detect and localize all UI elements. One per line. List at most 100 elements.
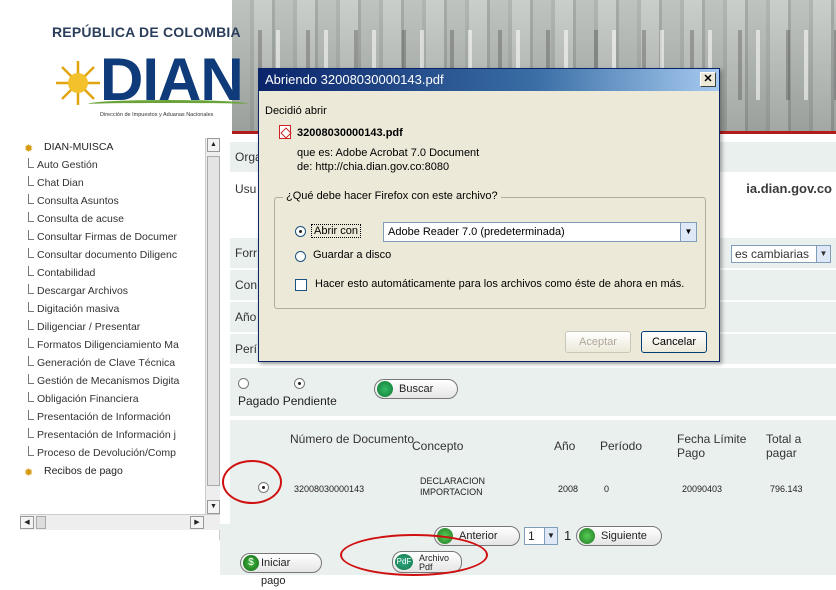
sidebar-item-digitacion-masiva[interactable]: Digitación masiva (20, 300, 205, 318)
sidebar-item-label: Presentación de Información j (37, 429, 176, 441)
sidebar-item-recibos-pago[interactable]: ✹ Recibos de pago (20, 462, 205, 480)
column-header: Año (554, 439, 576, 453)
next-button[interactable]: Siguiente (576, 526, 662, 546)
auto-checkbox[interactable] (295, 279, 307, 291)
page-select[interactable]: 1 ▼ (524, 527, 558, 545)
sidebar-item-label: Consultar Firmas de Documer (37, 231, 178, 243)
table-cell: 796.143 (770, 484, 803, 494)
dialog-titlebar[interactable]: Abriendo 32008030000143.pdf ✕ (259, 69, 719, 91)
sidebar-item-label: Diligenciar / Presentar (37, 321, 141, 333)
sidebar-tree: ✹ DIAN-MUISCA Auto Gestión Chat Dian Con… (20, 138, 205, 514)
scroll-left-icon[interactable]: ◀ (20, 516, 34, 529)
tree-branch-icon (28, 410, 34, 420)
dialog-title: Abriendo 32008030000143.pdf (265, 72, 444, 87)
arrow-left-icon (437, 528, 453, 544)
sidebar-item-formatos[interactable]: Formatos Diligenciamiento Ma (20, 336, 205, 354)
field-label: Año (235, 310, 257, 324)
application-combo[interactable]: Adobe Reader 7.0 (predeterminada) ▼ (383, 222, 697, 242)
scroll-up-icon[interactable]: ▲ (207, 138, 220, 152)
sidebar-item-consulta-asuntos[interactable]: Consulta Asuntos (20, 192, 205, 210)
sidebar-item-label: Generación de Clave Técnica (37, 357, 176, 369)
close-icon[interactable]: ✕ (700, 72, 716, 87)
radio-pagado[interactable] (238, 378, 249, 389)
form-type-select[interactable]: es cambiarias ▼ (731, 245, 831, 263)
search-button[interactable]: Buscar (374, 379, 458, 399)
previous-label: Anterior (459, 530, 498, 542)
scroll-down-icon[interactable]: ▼ (207, 500, 220, 514)
payment-status-filter: Pagado Pendiente Buscar (230, 368, 836, 416)
chevron-down-icon[interactable]: ▼ (544, 528, 557, 544)
search-icon (377, 381, 393, 397)
tree-branch-icon (28, 320, 34, 330)
sidebar-item-consulta-acuse[interactable]: Consulta de acuse (20, 210, 205, 228)
sidebar-vertical-scrollbar[interactable]: ▲ ▼ (205, 138, 220, 514)
sidebar-item-presentacion-informacion[interactable]: Presentación de Información (20, 408, 205, 426)
sidebar-item-presentacion-informacion-2[interactable]: Presentación de Información j (20, 426, 205, 444)
tree-branch-icon (28, 158, 34, 168)
row-select-radio[interactable] (258, 482, 269, 493)
tree-branch-icon (28, 194, 34, 204)
cancel-button[interactable]: Cancelar (641, 331, 707, 353)
search-button-label: Buscar (399, 383, 434, 395)
radio-pendiente[interactable] (294, 378, 305, 389)
download-dialog: Abriendo 32008030000143.pdf ✕ Decidió ab… (258, 68, 720, 362)
open-with-radio[interactable] (295, 226, 306, 237)
column-header: Total a pagar (766, 432, 802, 460)
sun-icon: ✹ (24, 467, 34, 479)
field-label: Forr (235, 246, 257, 260)
group-question: ¿Qué debe hacer Firefox con este archivo… (283, 190, 501, 202)
dian-logo-subtitle: Dirección de Impuestos y Aduanas Naciona… (100, 112, 214, 118)
sidebar-item-diligenciar[interactable]: Diligenciar / Presentar (20, 318, 205, 336)
start-payment-label: Iniciar pago (261, 557, 291, 587)
sidebar-root[interactable]: ✹ DIAN-MUISCA (20, 138, 205, 156)
decided-label: Decidió abrir (265, 105, 327, 117)
sidebar-item-proceso-devolucion[interactable]: Proceso de Devolución/Comp (20, 444, 205, 462)
save-to-disk-label[interactable]: Guardar a disco (313, 249, 391, 261)
auto-label[interactable]: Hacer esto automáticamente para los arch… (315, 278, 684, 290)
dian-sun-logo-icon (56, 61, 100, 105)
pdf-icon: PdF (395, 554, 413, 570)
sidebar-item-auto-gestion[interactable]: Auto Gestión (20, 156, 205, 174)
file-source: de: http://chia.dian.gov.co:8080 (297, 161, 450, 173)
scrollbar-thumb[interactable] (207, 156, 220, 486)
sidebar-item-consultar-documento[interactable]: Consultar documento Diligenc (20, 246, 205, 264)
sidebar-item-chat-dian[interactable]: Chat Dian (20, 174, 205, 192)
radio-labels: Pagado Pendiente (238, 394, 337, 408)
tree-branch-icon (28, 266, 34, 276)
chevron-down-icon[interactable]: ▼ (816, 246, 830, 262)
sidebar-item-label: Consulta de acuse (37, 213, 124, 225)
sidebar-item-label: Consulta Asuntos (37, 195, 119, 207)
sidebar-item-contabilidad[interactable]: Contabilidad (20, 264, 205, 282)
scroll-right-icon[interactable]: ▶ (190, 516, 204, 529)
open-with-label[interactable]: Abrir con (311, 224, 362, 238)
next-label: Siguiente (601, 530, 647, 542)
tree-branch-icon (28, 392, 34, 402)
select-value: es cambiarias (735, 247, 810, 261)
tree-branch-icon (28, 212, 34, 222)
sidebar-item-consultar-firmas[interactable]: Consultar Firmas de Documer (20, 228, 205, 246)
sidebar-item-label: Formatos Diligenciamiento Ma (37, 339, 179, 351)
previous-button[interactable]: Anterior (434, 526, 520, 546)
chevron-down-icon[interactable]: ▼ (680, 223, 696, 241)
sidebar-item-descargar-archivos[interactable]: Descargar Archivos (20, 282, 205, 300)
save-to-disk-radio[interactable] (295, 251, 306, 262)
sidebar-item-label: Contabilidad (37, 267, 96, 279)
tree-branch-icon (28, 284, 34, 294)
pdf-file-button[interactable]: PdF Archivo Pdf (392, 551, 462, 573)
sidebar-item-label: Digitación masiva (37, 303, 120, 315)
scrollbar-thumb[interactable] (36, 516, 46, 529)
page-select-value: 1 (528, 529, 535, 543)
tree-branch-icon (28, 428, 34, 438)
sidebar-item-obligacion-financiera[interactable]: Obligación Financiera (20, 390, 205, 408)
start-payment-button[interactable]: $ Iniciar pago (240, 553, 322, 587)
sidebar-item-clave-tecnica[interactable]: Generación de Clave Técnica (20, 354, 205, 372)
column-header: Concepto (412, 439, 464, 453)
tree-branch-icon (28, 356, 34, 366)
sidebar-item-mecanismos-digitales[interactable]: Gestión de Mecanismos Digita (20, 372, 205, 390)
table-cell: 20090403 (682, 484, 723, 494)
tree-branch-icon (28, 302, 34, 312)
accept-button[interactable]: Aceptar (565, 331, 631, 353)
arrow-right-icon (579, 528, 595, 544)
dollar-icon: $ (243, 555, 259, 571)
sidebar-horizontal-scrollbar[interactable]: ◀ ▶ (20, 514, 220, 530)
